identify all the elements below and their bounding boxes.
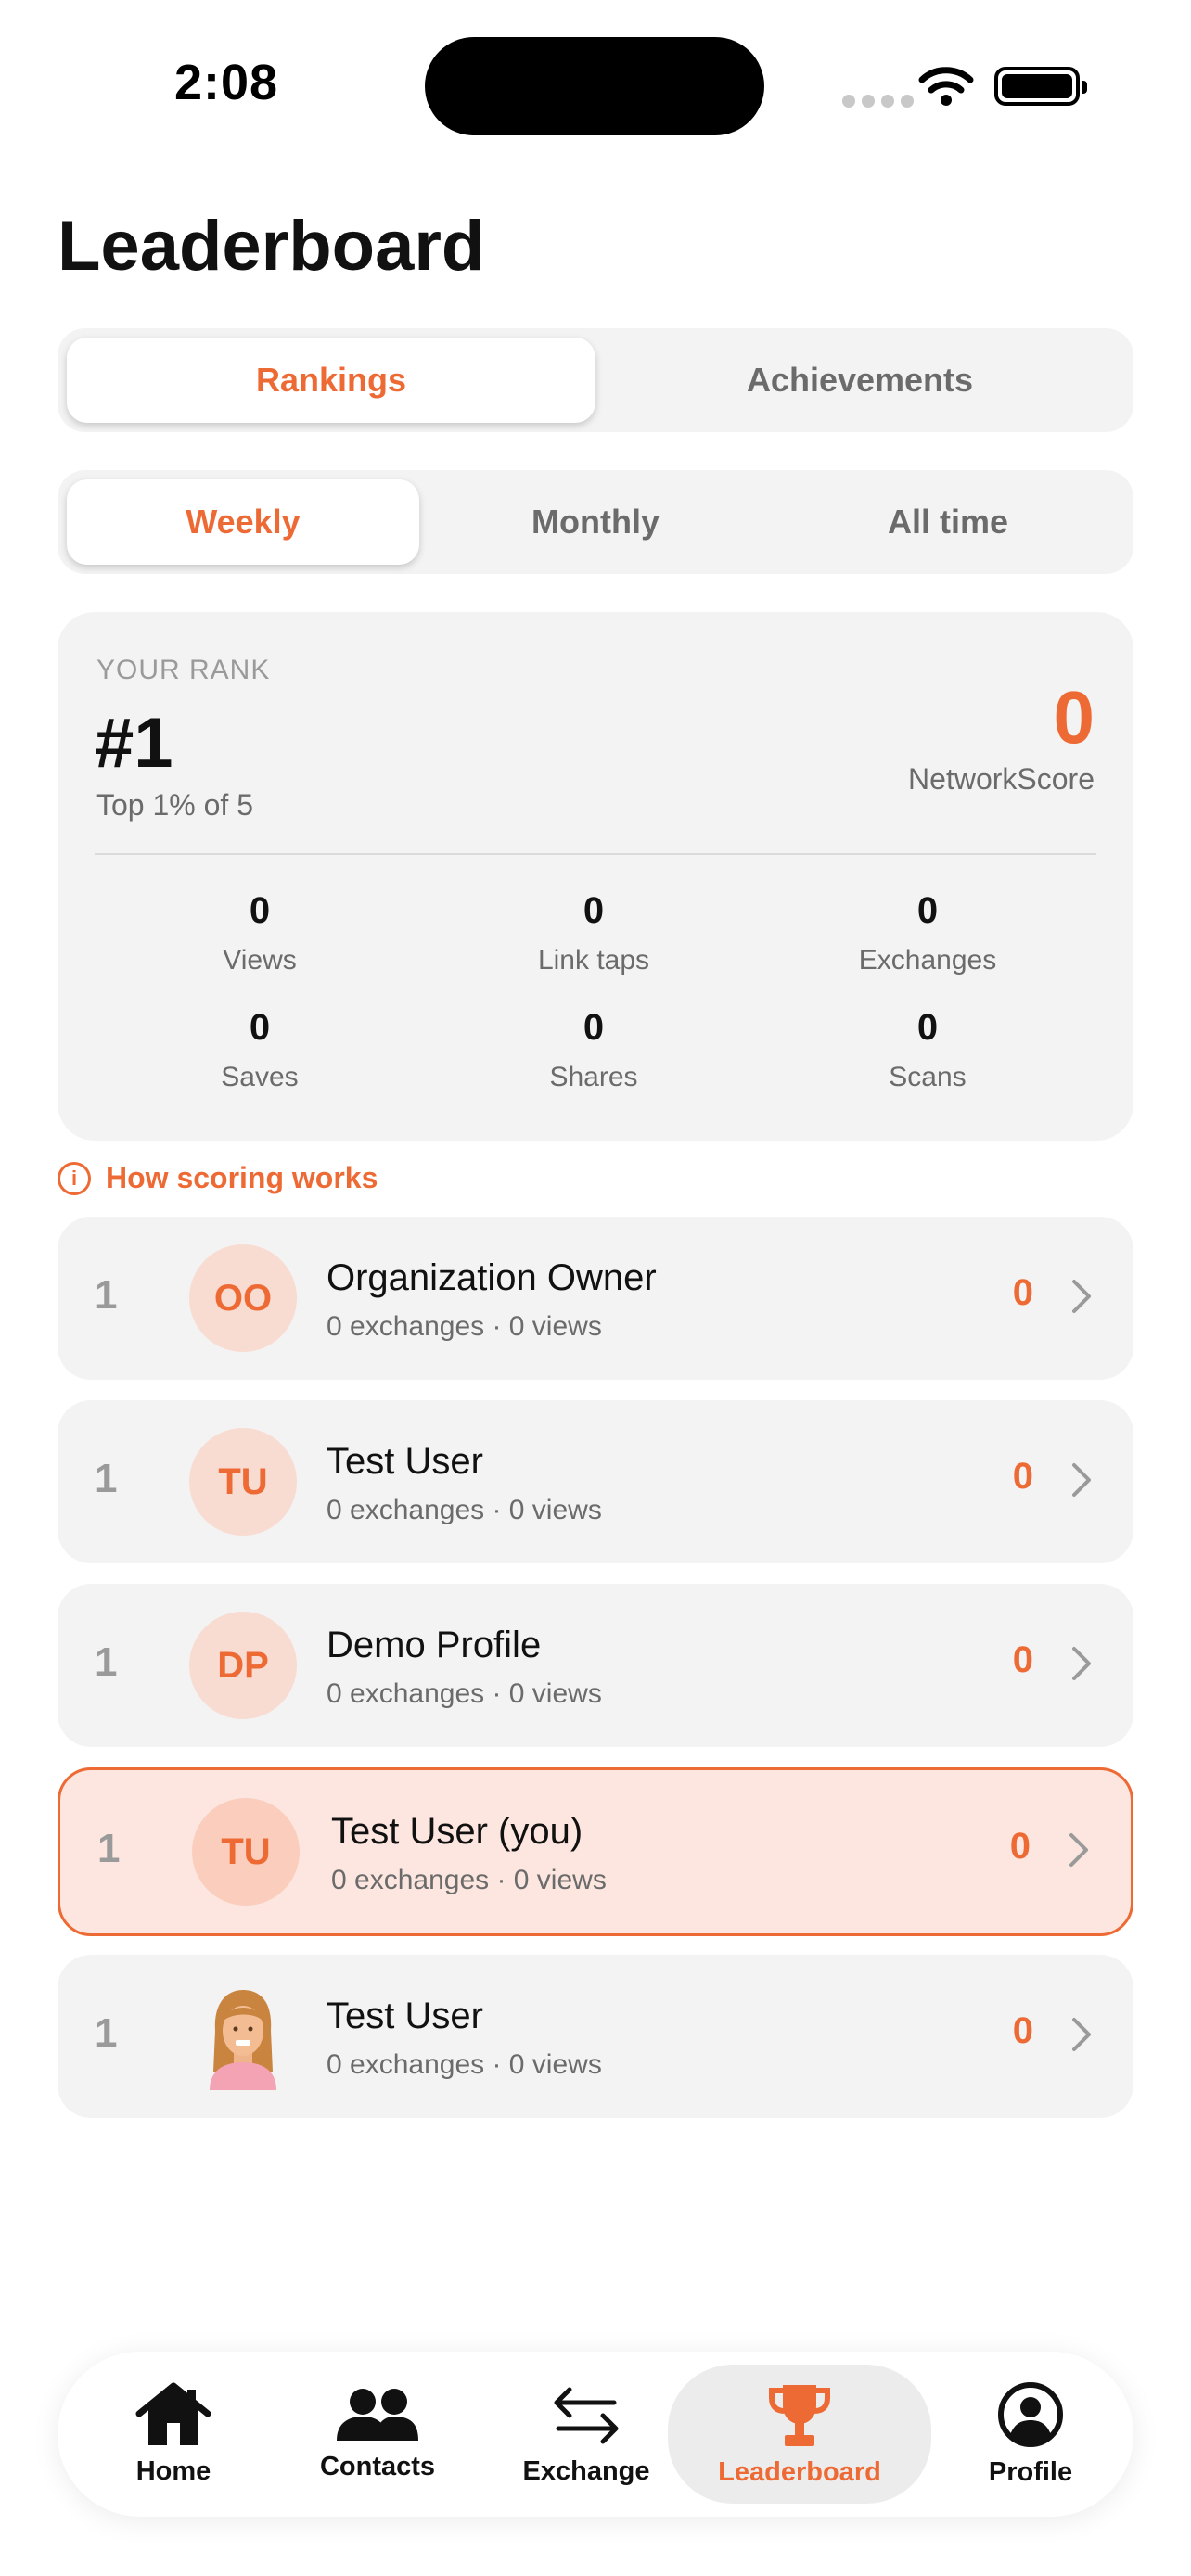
how-scoring-works-label: How scoring works xyxy=(106,1161,378,1194)
divider xyxy=(95,853,1096,855)
home-icon xyxy=(135,2382,211,2445)
row-score: 0 xyxy=(1012,1639,1033,1680)
tab-rankings[interactable]: Rankings xyxy=(67,338,596,423)
period-segmented-control: Weekly Monthly All time xyxy=(58,470,1133,574)
stat-scans: 0 Scans xyxy=(761,1007,1095,1093)
status-time: 2:08 xyxy=(174,55,279,110)
stat-label: Views xyxy=(223,945,297,976)
chevron-right-icon xyxy=(1072,1463,1091,1497)
tab-label: Home xyxy=(135,2455,211,2486)
tab-monthly[interactable]: Monthly xyxy=(419,479,772,565)
row-score: 0 xyxy=(1012,1456,1033,1497)
leaderboard-row[interactable]: 1 DP Demo Profile 0 exchanges · 0 views … xyxy=(58,1584,1133,1747)
row-meta: 0 exchanges · 0 views xyxy=(327,1678,602,1709)
row-score: 0 xyxy=(1012,1272,1033,1313)
stat-label: Saves xyxy=(221,1062,299,1092)
tab-all-time[interactable]: All time xyxy=(772,479,1124,565)
stat-label: Scans xyxy=(889,1062,967,1092)
how-scoring-works-link[interactable]: i How scoring works xyxy=(58,1161,378,1195)
row-name: Test User xyxy=(327,1441,483,1482)
row-meta: 0 exchanges · 0 views xyxy=(327,1495,602,1525)
avatar: TU xyxy=(189,1428,297,1536)
stat-label: Link taps xyxy=(537,945,650,976)
bottom-tab-bar: Home Contacts Exchange Leaderboard Profi… xyxy=(58,2352,1133,2517)
row-meta: 0 exchanges · 0 views xyxy=(331,1865,607,1895)
page-title: Leaderboard xyxy=(58,207,485,286)
tab-profile[interactable]: Profile xyxy=(961,2352,1100,2517)
avatar: DP xyxy=(189,1612,297,1719)
stat-link-taps: 0 Link taps xyxy=(427,890,761,976)
your-rank-card: YOUR RANK #1 Top 1% of 5 0 NetworkScore … xyxy=(58,612,1133,1141)
stat-value: 0 xyxy=(916,890,939,931)
row-position: 1 xyxy=(95,1456,118,1501)
person-avatar-icon xyxy=(210,1990,276,2090)
contacts-icon xyxy=(337,2388,418,2441)
row-position: 1 xyxy=(95,1639,118,1685)
row-position: 1 xyxy=(97,1826,121,1871)
row-name: Test User xyxy=(327,1996,483,2036)
leaderboard-row[interactable]: 1 TU Test User 0 exchanges · 0 views 0 xyxy=(58,1400,1133,1563)
battery-icon xyxy=(994,67,1087,106)
stat-value: 0 xyxy=(249,1007,271,1048)
stat-label: Exchanges xyxy=(858,945,997,976)
row-meta: 0 exchanges · 0 views xyxy=(327,1311,602,1342)
chevron-right-icon xyxy=(1072,2018,1091,2051)
your-rank-label: YOUR RANK xyxy=(96,655,271,685)
leaderboard-row[interactable]: 1 OO Organization Owner 0 exchanges · 0 … xyxy=(58,1217,1133,1380)
dynamic-island xyxy=(425,37,764,135)
tab-achievements[interactable]: Achievements xyxy=(596,338,1124,423)
info-icon: i xyxy=(58,1161,91,1195)
leaderboard-row[interactable]: 1 Test User 0 exchanges · 0 views 0 xyxy=(58,1955,1133,2118)
avatar: OO xyxy=(189,1244,297,1352)
tab-label: Contacts xyxy=(319,2451,436,2481)
tab-leaderboard[interactable]: Leaderboard xyxy=(668,2365,931,2504)
tab-label: Leaderboard xyxy=(718,2456,881,2487)
chevron-right-icon xyxy=(1069,1833,1088,1867)
stat-shares: 0 Shares xyxy=(427,1007,761,1093)
stat-views: 0 Views xyxy=(93,890,427,976)
trophy-icon xyxy=(769,2384,830,2446)
network-score-value: 0 xyxy=(1053,676,1095,759)
chevron-right-icon xyxy=(1072,1647,1091,1680)
stat-label: Shares xyxy=(549,1062,638,1092)
tab-weekly[interactable]: Weekly xyxy=(67,479,419,565)
row-position: 1 xyxy=(95,1272,118,1318)
avatar-photo xyxy=(189,1983,297,2090)
stat-saves: 0 Saves xyxy=(93,1007,427,1093)
row-score: 0 xyxy=(1012,2010,1033,2051)
tab-contacts[interactable]: Contacts xyxy=(289,2352,466,2517)
row-score: 0 xyxy=(1009,1826,1031,1867)
your-rank-subtitle: Top 1% of 5 xyxy=(96,788,253,822)
tab-home[interactable]: Home xyxy=(104,2352,243,2517)
stat-exchanges: 0 Exchanges xyxy=(761,890,1095,976)
stat-value: 0 xyxy=(916,1007,939,1048)
stat-value: 0 xyxy=(249,890,271,931)
view-segmented-control: Rankings Achievements xyxy=(58,328,1133,432)
network-score-label: NetworkScore xyxy=(908,762,1095,796)
your-rank-value: #1 xyxy=(95,704,173,783)
tab-label: Profile xyxy=(988,2456,1073,2487)
profile-icon xyxy=(998,2381,1063,2447)
row-name: Test User (you) xyxy=(331,1811,583,1852)
tab-exchange[interactable]: Exchange xyxy=(493,2352,679,2517)
stat-value: 0 xyxy=(583,890,605,931)
cellular-signal-icon xyxy=(842,95,914,108)
row-meta: 0 exchanges · 0 views xyxy=(327,2049,602,2080)
row-name: Organization Owner xyxy=(327,1257,657,1298)
avatar: TU xyxy=(192,1798,300,1906)
exchange-icon xyxy=(554,2387,619,2443)
leaderboard-row-you[interactable]: 1 TU Test User (you) 0 exchanges · 0 vie… xyxy=(58,1767,1133,1936)
stat-value: 0 xyxy=(583,1007,605,1048)
chevron-right-icon xyxy=(1072,1280,1091,1313)
wifi-icon xyxy=(918,67,974,106)
tab-label: Exchange xyxy=(522,2455,650,2486)
row-name: Demo Profile xyxy=(327,1625,542,1665)
row-position: 1 xyxy=(95,2010,118,2056)
